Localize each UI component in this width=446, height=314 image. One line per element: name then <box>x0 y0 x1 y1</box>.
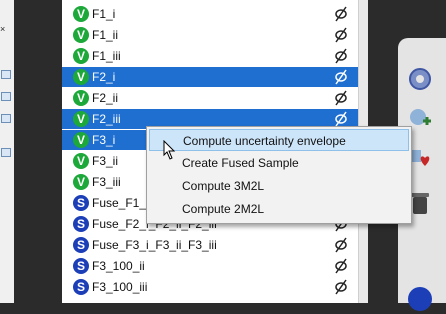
left-panel-icon[interactable] <box>1 148 11 157</box>
left-panel-icon[interactable] <box>1 114 11 123</box>
s-icon: S <box>73 258 89 274</box>
tree-item[interactable]: V F2_ii <box>62 88 358 108</box>
context-menu: Compute uncertainty envelope Create Fused… <box>146 126 412 224</box>
tree-item-label: F2_ii <box>92 91 119 105</box>
visibility-toggle-icon[interactable] <box>334 258 348 274</box>
tree-item-label: F1_ii <box>92 28 119 42</box>
s-icon: S <box>73 279 89 295</box>
tree-item-label: F3_iii <box>92 175 121 189</box>
visibility-toggle-icon[interactable] <box>334 69 348 85</box>
tree-item[interactable]: S Fuse_F3_i_F3_ii_F3_iii <box>62 235 358 255</box>
visibility-toggle-icon[interactable] <box>334 279 348 295</box>
tree-item-label: F3_ii <box>92 154 119 168</box>
visibility-toggle-icon[interactable] <box>334 27 348 43</box>
tree-item-label: F3_100_iii <box>92 280 148 294</box>
mouse-cursor-icon <box>163 140 176 160</box>
tree-item-label: F3_100_ii <box>92 259 145 273</box>
context-menu-item[interactable]: Compute uncertainty envelope <box>149 129 409 151</box>
tree-item[interactable]: V F1_ii <box>62 25 358 45</box>
tree-item[interactable]: S F3_100_ii <box>62 256 358 276</box>
gear-icon[interactable] <box>405 64 435 94</box>
tree-item-label: F2_iii <box>92 112 121 126</box>
context-menu-item[interactable]: Compute 3M2L <box>149 175 409 197</box>
visibility-toggle-icon[interactable] <box>334 6 348 22</box>
s-icon: S <box>73 237 89 253</box>
tree-item[interactable]: V F1_i <box>62 4 358 24</box>
v-icon: V <box>73 153 89 169</box>
context-menu-item[interactable]: Create Fused Sample <box>149 152 409 174</box>
tree-item-label: F1_iii <box>92 49 121 63</box>
v-icon: V <box>73 111 89 127</box>
left-panel-icon[interactable] <box>1 92 11 101</box>
visibility-toggle-icon[interactable] <box>334 48 348 64</box>
tree-item-label: Fuse_F3_i_F3_ii_F3_iii <box>92 238 217 252</box>
left-panel-icon[interactable] <box>1 70 11 79</box>
tree-item-label: F1_i <box>92 7 116 21</box>
tree-item[interactable]: V F2_i <box>62 67 358 87</box>
context-menu-item[interactable]: Compute 2M2L <box>149 198 409 220</box>
v-icon: V <box>73 27 89 43</box>
v-icon: V <box>73 48 89 64</box>
panel-gap <box>14 0 62 303</box>
left-panel-label: × <box>0 24 6 34</box>
tree-item[interactable]: V F1_iii <box>62 46 358 66</box>
v-icon: V <box>73 174 89 190</box>
tree-item-label: F2_i <box>92 70 116 84</box>
context-menu-item-label: Compute 3M2L <box>182 179 265 193</box>
visibility-toggle-icon[interactable] <box>334 90 348 106</box>
context-menu-item-label: Compute 2M2L <box>182 202 265 216</box>
tree-item-label: F3_i <box>92 133 116 147</box>
info-icon[interactable] <box>405 284 435 314</box>
context-menu-item-label: Create Fused Sample <box>182 156 299 170</box>
visibility-toggle-icon[interactable] <box>334 111 348 127</box>
v-icon: V <box>73 90 89 106</box>
context-menu-item-label: Compute uncertainty envelope <box>183 134 346 148</box>
v-icon: V <box>73 6 89 22</box>
s-icon: S <box>73 216 89 232</box>
left-panel-edge: × <box>0 0 14 303</box>
s-icon: S <box>73 195 89 211</box>
v-icon: V <box>73 132 89 148</box>
visibility-toggle-icon[interactable] <box>334 237 348 253</box>
v-icon: V <box>73 69 89 85</box>
tree-item[interactable]: S F3_100_iii <box>62 277 358 297</box>
